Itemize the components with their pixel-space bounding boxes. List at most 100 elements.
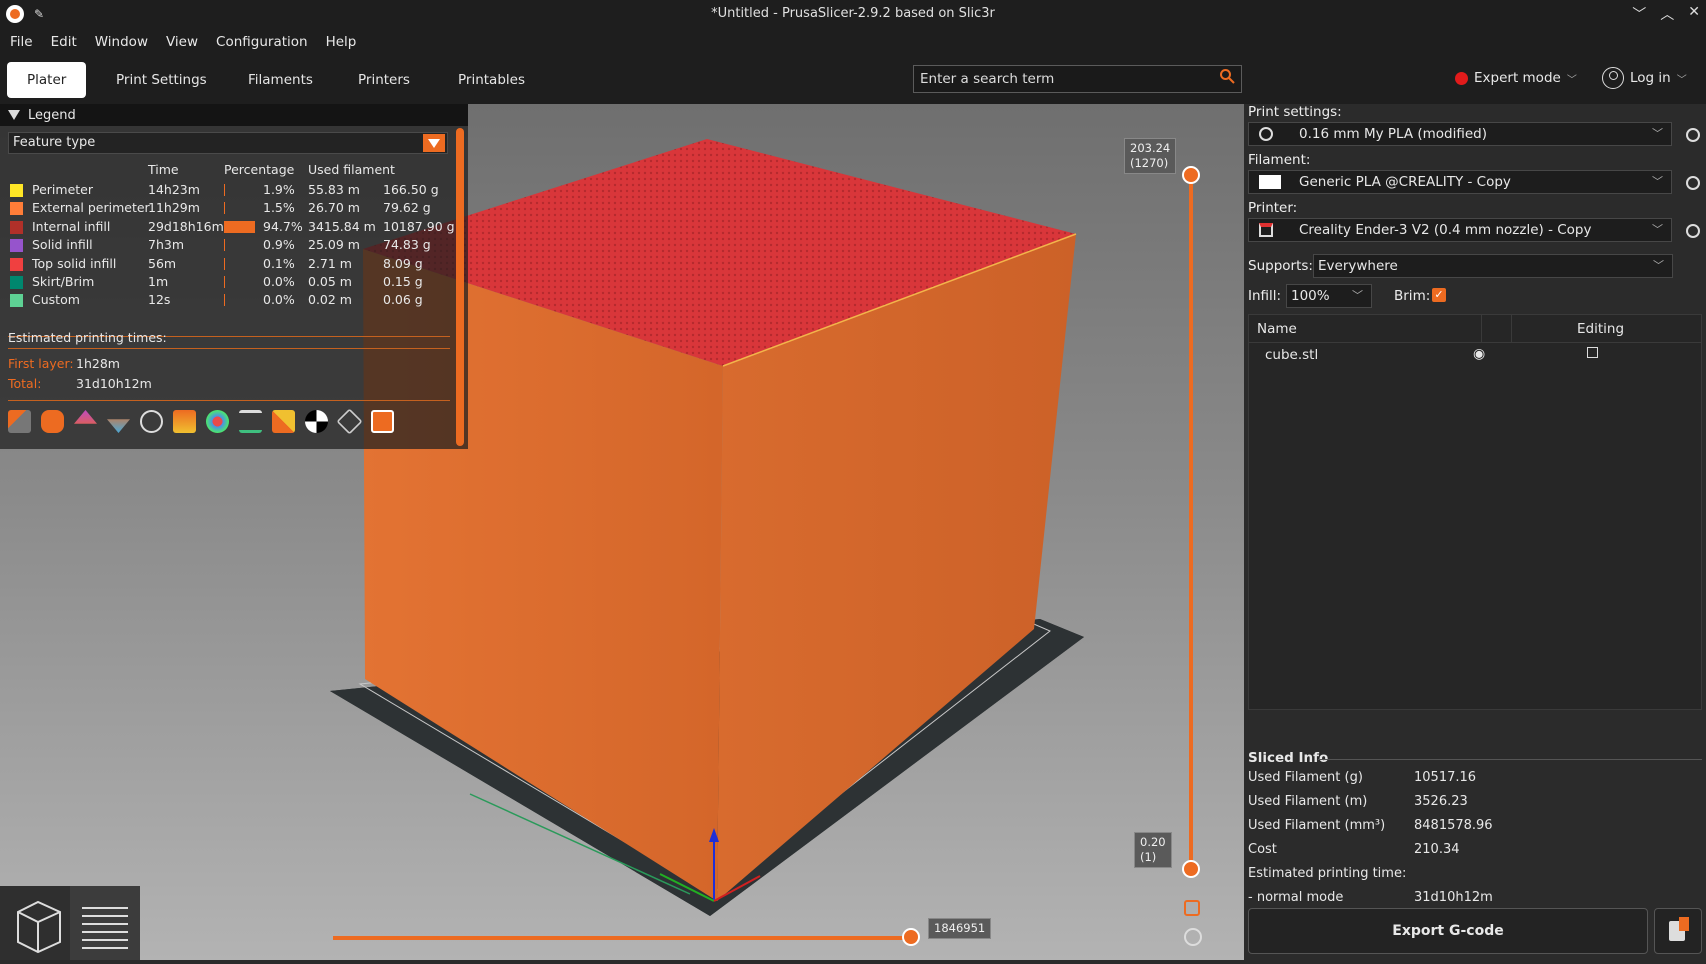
feature-time: 29d18h16m — [148, 218, 224, 234]
column-divider — [1511, 315, 1512, 343]
infill-label: Infill: — [1248, 288, 1282, 304]
tool-changes-icon[interactable] — [173, 410, 196, 433]
seams-icon[interactable] — [140, 410, 163, 433]
filament-label: Filament: — [1248, 152, 1311, 168]
legend-row[interactable]: External perimeter 11h29m 1.5% 26.70 m 79.62… — [0, 198, 460, 218]
legend-color-swatch — [10, 294, 23, 308]
tab-plater[interactable]: Plater — [7, 62, 87, 98]
tool-marker-icon[interactable] — [371, 410, 394, 433]
login-button[interactable]: Log in ﹀ — [1602, 67, 1687, 89]
layer-slider-top-thumb[interactable] — [1182, 166, 1200, 184]
minimize-icon[interactable]: ﹀ — [1632, 4, 1646, 24]
move-slider-thumb[interactable] — [902, 928, 920, 946]
layer-top-tag: 203.24 (1270) — [1124, 138, 1177, 174]
move-slider-value: 1846951 — [934, 921, 986, 935]
layer-slider[interactable] — [1189, 170, 1193, 870]
search-input[interactable]: Enter a search term — [913, 65, 1242, 93]
travel-icon[interactable] — [8, 410, 31, 433]
deretractions-icon[interactable] — [107, 419, 130, 433]
brim-checkbox[interactable]: ✓ — [1432, 288, 1446, 302]
feature-length: 2.71 m — [308, 255, 352, 271]
dropdown-arrow-icon[interactable] — [423, 134, 445, 152]
legend-row[interactable]: Custom 12s 0.0% 0.02 m 0.06 g — [0, 290, 460, 310]
settings-cog-icon[interactable] — [1184, 928, 1202, 946]
pin-icon[interactable]: ✎ — [34, 7, 44, 21]
legend-scrollbar[interactable] — [456, 128, 464, 446]
legend-row[interactable]: Top solid infill 56m 0.1% 2.71 m 8.09 g — [0, 254, 460, 274]
feature-percentage: 0.1% — [263, 255, 295, 271]
menu-view[interactable]: View — [166, 34, 198, 50]
chevron-down-icon: ﹀ — [1652, 175, 1663, 188]
sliced-info-label: Used Filament (g) — [1248, 770, 1363, 785]
legend-color-swatch — [10, 239, 23, 253]
object-name: cube.stl — [1265, 347, 1319, 363]
legend-header[interactable]: Legend — [0, 104, 468, 126]
tab-print-settings[interactable]: Print Settings — [96, 62, 227, 98]
print-settings-select[interactable]: 0.16 mm My PLA (modified) ﹀ — [1248, 122, 1672, 146]
legend-row[interactable]: Internal infill 29d18h16m 94.7% 3415.84 m 10… — [0, 217, 460, 237]
mode-selector[interactable]: Expert mode ﹀ — [1455, 70, 1577, 86]
first-layer-label: First layer: — [8, 356, 74, 371]
center-of-gravity-icon[interactable] — [305, 410, 328, 433]
layer-slider-bottom-thumb[interactable] — [1182, 860, 1200, 878]
print-settings-label: Print settings: — [1248, 104, 1342, 120]
infill-select[interactable]: 100% ﹀ — [1286, 284, 1372, 308]
preview-button[interactable] — [70, 886, 140, 960]
search-icon[interactable] — [1219, 68, 1235, 84]
tab-filaments[interactable]: Filaments — [228, 62, 333, 98]
legend-row[interactable]: Skirt/Brim 1m 0.0% 0.05 m 0.15 g — [0, 272, 460, 292]
tab-printables[interactable]: Printables — [438, 62, 545, 98]
eye-icon[interactable]: ◉ — [1473, 346, 1485, 362]
printer-select[interactable]: Creality Ender-3 V2 (0.4 mm nozzle) - Co… — [1248, 218, 1672, 242]
column-divider — [1481, 315, 1482, 343]
lock-icon[interactable] — [1184, 900, 1200, 916]
send-to-printer-button[interactable] — [1654, 908, 1702, 954]
percentage-bar — [224, 202, 225, 215]
sliced-info-label: Cost — [1248, 842, 1277, 857]
menu-file[interactable]: File — [10, 34, 33, 50]
custom-gcode-icon[interactable] — [272, 410, 295, 433]
sliced-info-title: Sliced Info — [1248, 750, 1329, 766]
printer-icon — [1259, 223, 1273, 237]
close-icon[interactable]: ✕ — [1688, 4, 1700, 24]
feature-length: 0.02 m — [308, 292, 352, 308]
feature-time: 7h3m — [148, 237, 185, 253]
view-type-select[interactable]: Feature type — [8, 132, 448, 154]
export-gcode-button[interactable]: Export G-code — [1248, 908, 1648, 954]
divider — [8, 348, 450, 349]
supports-select[interactable]: Everywhere ﹀ — [1313, 254, 1673, 278]
maximize-icon[interactable]: ︿ — [1660, 4, 1674, 24]
filament-color-swatch[interactable] — [1259, 175, 1281, 189]
feature-length: 55.83 m — [308, 182, 360, 197]
shells-icon[interactable] — [336, 408, 363, 435]
menu-window[interactable]: Window — [95, 34, 148, 50]
tab-printers[interactable]: Printers — [338, 62, 430, 98]
column-name[interactable]: Name — [1257, 321, 1297, 337]
legend-row[interactable]: Solid infill 7h3m 0.9% 25.09 m 74.83 g — [0, 235, 460, 255]
column-editing[interactable]: Editing — [1577, 321, 1624, 337]
estimated-times-title: Estimated printing times: — [8, 330, 167, 345]
supports-label: Supports: — [1248, 258, 1313, 274]
3d-view-icon[interactable] — [8, 894, 68, 956]
edit-filament-icon[interactable] — [1686, 176, 1700, 190]
total-row: Total: 31d10h12m — [0, 374, 460, 394]
edit-printer-icon[interactable] — [1686, 224, 1700, 238]
menu-help[interactable]: Help — [326, 34, 357, 50]
menu-edit[interactable]: Edit — [51, 34, 77, 50]
filament-select[interactable]: Generic PLA @CREALITY - Copy ﹀ — [1248, 170, 1672, 194]
collapse-triangle-icon[interactable] — [8, 110, 20, 120]
move-slider[interactable] — [333, 936, 911, 940]
feature-weight: 79.62 g — [383, 200, 431, 216]
menu-configuration[interactable]: Configuration — [216, 34, 308, 50]
edit-object-icon[interactable] — [1587, 347, 1598, 358]
edit-print-settings-icon[interactable] — [1686, 128, 1700, 142]
legend-row[interactable]: Perimeter 14h23m 1.9% 55.83 m 166.50 g — [0, 180, 460, 200]
legend-color-swatch — [10, 257, 23, 271]
wipe-icon[interactable] — [41, 410, 64, 433]
pause-prints-icon[interactable] — [239, 410, 262, 433]
window-title: *Untitled - PrusaSlicer-2.9.2 based on S… — [711, 6, 995, 21]
retractions-icon[interactable] — [74, 410, 97, 424]
color-changes-icon[interactable] — [206, 410, 229, 433]
feature-weight: 166.50 g — [383, 182, 439, 197]
object-row[interactable]: cube.stl ◉ — [1249, 343, 1701, 367]
